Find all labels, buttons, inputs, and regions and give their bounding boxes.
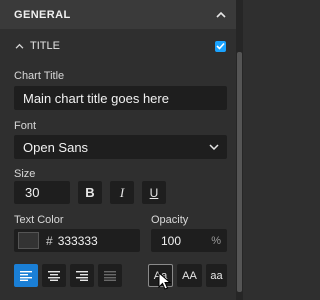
underline-label: U <box>149 185 159 200</box>
align-center-icon <box>48 270 60 281</box>
size-value: 30 <box>25 185 40 200</box>
font-label: Font <box>14 120 37 132</box>
text-color-input[interactable]: # 333333 <box>14 229 140 252</box>
scrollbar[interactable] <box>236 0 243 300</box>
align-left-button[interactable] <box>14 264 38 287</box>
scroll-thumb[interactable] <box>237 52 242 292</box>
align-center-button[interactable] <box>42 264 66 287</box>
case-upper-button[interactable]: AA <box>177 264 202 287</box>
chevron-up-icon[interactable] <box>14 41 24 51</box>
opacity-input[interactable]: 100 % <box>151 229 227 252</box>
underline-button[interactable]: U <box>142 181 166 204</box>
align-right-icon <box>76 270 88 281</box>
size-label: Size <box>14 168 36 180</box>
case-lower-label: aa <box>210 269 223 282</box>
mouse-cursor-icon <box>158 272 172 290</box>
italic-button[interactable]: I <box>110 181 134 204</box>
check-icon <box>216 42 225 50</box>
color-hex-value: 333333 <box>57 233 98 248</box>
case-upper-label: AA <box>182 269 197 282</box>
align-left-icon <box>20 270 32 281</box>
italic-label: I <box>119 184 125 200</box>
title-enabled-checkbox[interactable] <box>215 40 226 52</box>
subsection-title: TITLE <box>30 40 60 52</box>
opacity-value: 100 <box>161 233 182 248</box>
chart-title-label: Chart Title <box>14 70 65 82</box>
bold-label: B <box>85 185 95 200</box>
opacity-unit: % <box>211 234 221 247</box>
chevron-down-icon <box>209 144 219 150</box>
case-lower-button[interactable]: aa <box>206 264 227 287</box>
bold-button[interactable]: B <box>78 181 102 204</box>
chart-title-value: Main chart title goes here <box>23 90 169 106</box>
text-color-label: Text Color <box>14 214 64 226</box>
font-select[interactable]: Open Sans <box>14 135 227 159</box>
chart-title-input[interactable]: Main chart title goes here <box>14 86 227 110</box>
align-right-button[interactable] <box>70 264 94 287</box>
size-input[interactable]: 30 <box>14 181 70 204</box>
section-header-general[interactable]: GENERAL <box>0 0 236 29</box>
color-swatch[interactable] <box>18 232 39 249</box>
subsection-title-header[interactable]: TITLE <box>0 33 236 59</box>
properties-panel: GENERAL TITLE Chart Title Main chart tit… <box>0 0 236 300</box>
justify-icon <box>104 270 116 281</box>
justify-button[interactable] <box>98 264 122 287</box>
opacity-label: Opacity <box>151 214 189 226</box>
font-value: Open Sans <box>23 139 89 155</box>
chevron-up-icon[interactable] <box>216 10 226 20</box>
color-hash: # <box>46 233 53 248</box>
section-title: GENERAL <box>14 8 71 21</box>
